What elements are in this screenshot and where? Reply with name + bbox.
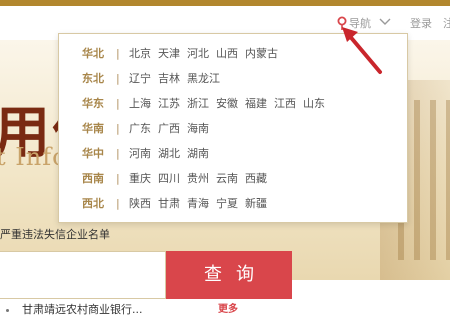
search-button[interactable]: 查询 <box>166 251 292 299</box>
region-label: 东北 <box>82 72 104 85</box>
province-link[interactable]: 吉林 <box>158 69 180 89</box>
region-label: 华东 <box>82 97 104 110</box>
province-link[interactable]: 北京 <box>129 44 151 64</box>
region-row: 西南 | 重庆 四川 贵州 云南 西藏 <box>59 169 407 189</box>
separator: | <box>116 122 120 135</box>
province-link[interactable]: 青海 <box>187 194 209 214</box>
province-link[interactable]: 河北 <box>187 44 209 64</box>
separator: | <box>116 97 120 110</box>
blacklist-notice[interactable]: 严重违法失信企业名单 <box>0 226 110 242</box>
separator: | <box>116 72 120 85</box>
province-link[interactable]: 四川 <box>158 169 180 189</box>
province-link[interactable]: 海南 <box>187 119 209 139</box>
more-link[interactable]: 更多 <box>218 300 238 320</box>
province-link[interactable]: 广东 <box>129 119 151 139</box>
province-link[interactable]: 天津 <box>158 44 180 64</box>
province-link[interactable]: 山西 <box>216 44 238 64</box>
province-link[interactable]: 广西 <box>158 119 180 139</box>
province-link[interactable]: 山东 <box>303 94 325 114</box>
province-link[interactable]: 浙江 <box>187 94 209 114</box>
province-link[interactable]: 湖南 <box>187 144 209 164</box>
province-link[interactable]: 湖北 <box>158 144 180 164</box>
province-link[interactable]: 宁夏 <box>216 194 238 214</box>
region-label: 华中 <box>82 147 104 160</box>
province-link[interactable]: 西藏 <box>245 169 267 189</box>
annotation-arrow-icon <box>342 27 382 74</box>
province-link[interactable]: 辽宁 <box>129 69 151 89</box>
province-link[interactable]: 重庆 <box>129 169 151 189</box>
separator: | <box>116 147 120 160</box>
region-row: 西北 | 陕西 甘肃 青海 宁夏 新疆 <box>59 194 407 214</box>
province-link[interactable]: 贵州 <box>187 169 209 189</box>
province-link[interactable]: 陕西 <box>129 194 151 214</box>
bullet-icon <box>6 309 9 312</box>
province-link[interactable]: 上海 <box>129 94 151 114</box>
region-label: 华南 <box>82 122 104 135</box>
province-link[interactable]: 云南 <box>216 169 238 189</box>
region-label: 华北 <box>82 47 104 60</box>
province-link[interactable]: 新疆 <box>245 194 267 214</box>
separator: | <box>116 172 120 185</box>
login-link[interactable]: 登录 <box>410 15 432 31</box>
province-link[interactable]: 福建 <box>245 94 267 114</box>
province-link[interactable]: 安徽 <box>216 94 238 114</box>
register-link[interactable]: 注 <box>443 15 450 31</box>
region-label: 西南 <box>82 172 104 185</box>
province-link[interactable]: 黑龙江 <box>187 69 220 89</box>
result-text[interactable]: 甘肃靖远农村商业银行... <box>22 300 143 320</box>
region-label: 西北 <box>82 197 104 210</box>
region-row: 华中 | 河南 湖北 湖南 <box>59 144 407 164</box>
province-link[interactable]: 内蒙古 <box>245 44 278 64</box>
result-row[interactable]: 甘肃靖远农村商业银行... 更多 <box>0 300 450 320</box>
separator: | <box>116 47 120 60</box>
province-link[interactable]: 河南 <box>129 144 151 164</box>
province-link[interactable]: 甘肃 <box>158 194 180 214</box>
search-input[interactable] <box>0 251 166 299</box>
separator: | <box>116 197 120 210</box>
region-row: 华南 | 广东 广西 海南 <box>59 119 407 139</box>
region-row: 华东 | 上海 江苏 浙江 安徽 福建 江西 山东 <box>59 94 407 114</box>
province-link[interactable]: 江苏 <box>158 94 180 114</box>
province-link[interactable]: 江西 <box>274 94 296 114</box>
